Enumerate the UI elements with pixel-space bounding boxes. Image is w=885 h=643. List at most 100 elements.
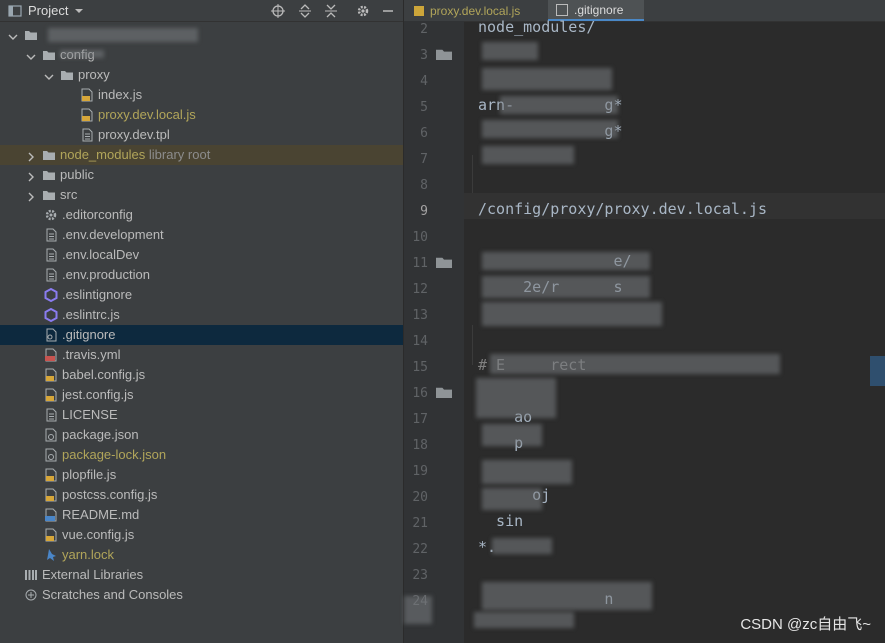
tree-item[interactable]: src xyxy=(0,185,403,205)
folder-icon xyxy=(42,188,56,202)
libraries-icon xyxy=(24,568,38,582)
tree-item-label: .travis.yml xyxy=(62,347,121,362)
tree-item[interactable]: package-lock.json xyxy=(0,445,403,465)
tree-item-label: babel.config.js xyxy=(62,367,146,382)
tree-item[interactable]: yarn.lock xyxy=(0,545,403,565)
tree-item-label: External Libraries xyxy=(42,567,144,582)
project-panel-icon xyxy=(8,4,22,17)
line-number: 7 xyxy=(420,152,428,167)
tree-item[interactable]: plopfile.js xyxy=(0,465,403,485)
tree-item-label: .eslintignore xyxy=(62,287,133,302)
tree-item[interactable]: package.json xyxy=(0,425,403,445)
text-file-icon xyxy=(44,408,58,422)
line-number: 4 xyxy=(420,74,428,89)
line-number: 21 xyxy=(412,516,428,531)
redacted-area xyxy=(60,50,104,58)
ide-window: Project configproxyindex.jsproxy.dev.loc… xyxy=(0,0,885,643)
tree-item[interactable]: jest.config.js xyxy=(0,385,403,405)
fold-marker-icon[interactable] xyxy=(436,387,452,398)
project-panel-header: Project xyxy=(0,0,403,22)
text-file-icon xyxy=(44,248,58,262)
chevron-right-icon[interactable] xyxy=(26,190,36,202)
line-number: 15 xyxy=(412,360,428,375)
tree-item-label: public xyxy=(60,167,94,182)
tab-label: proxy.dev.local.js xyxy=(430,3,521,18)
watermark-text: CSDN @zc自由飞~ xyxy=(740,616,871,633)
text-file-icon xyxy=(44,268,58,282)
chevron-down-icon[interactable] xyxy=(8,30,18,40)
tree-item[interactable]: .env.development xyxy=(0,225,403,245)
js-file-icon xyxy=(44,488,58,502)
chevron-right-icon[interactable] xyxy=(26,150,36,162)
redacted-area xyxy=(482,42,538,60)
project-panel: Project configproxyindex.jsproxy.dev.loc… xyxy=(0,0,404,643)
project-view-selector[interactable]: Project xyxy=(8,3,84,18)
tree-item[interactable]: vue.config.js xyxy=(0,525,403,545)
redacted-area xyxy=(482,460,572,484)
tree-item[interactable]: External Libraries xyxy=(0,565,403,585)
js-file-icon xyxy=(44,468,58,482)
tree-item[interactable]: README.md xyxy=(0,505,403,525)
chevron-down-icon[interactable] xyxy=(44,70,54,80)
tree-item[interactable]: index.js xyxy=(0,85,403,105)
project-panel-title: Project xyxy=(28,3,69,18)
tree-item-label: proxy xyxy=(78,67,110,82)
tree-item[interactable]: Scratches and Consoles xyxy=(0,585,403,605)
tree-item[interactable]: node_modules library root xyxy=(0,145,403,165)
line-number: 5 xyxy=(420,100,428,115)
text-file-icon xyxy=(44,228,58,242)
gear-icon xyxy=(44,208,58,222)
tree-item[interactable]: .eslintrc.js xyxy=(0,305,403,325)
line-number: 8 xyxy=(420,178,428,193)
tree-item[interactable]: .eslintignore xyxy=(0,285,403,305)
line-number: 6 xyxy=(420,126,428,141)
tree-item[interactable]: postcss.config.js xyxy=(0,485,403,505)
line-number: 10 xyxy=(412,230,428,245)
expand-all-icon[interactable] xyxy=(295,0,315,21)
tree-item[interactable]: public xyxy=(0,165,403,185)
redacted-area xyxy=(500,96,618,114)
line-number: 13 xyxy=(412,308,428,323)
crosshair-icon[interactable] xyxy=(268,0,288,21)
chevron-right-icon[interactable] xyxy=(26,170,36,182)
gitignore-file-icon xyxy=(44,328,58,342)
chevron-down-icon[interactable] xyxy=(26,50,36,60)
tree-item[interactable]: .env.production xyxy=(0,265,403,285)
collapse-all-icon[interactable] xyxy=(321,0,341,21)
tree-item-label: index.js xyxy=(98,87,143,102)
fold-marker-icon[interactable] xyxy=(436,49,452,60)
tree-item[interactable]: .editorconfig xyxy=(0,205,403,225)
js-file-icon xyxy=(44,388,58,402)
tree-item-label: README.md xyxy=(62,507,140,522)
tree-item[interactable]: LICENSE xyxy=(0,405,403,425)
tree-item-label: .editorconfig xyxy=(62,207,133,222)
folder-icon xyxy=(24,28,38,42)
folder-icon xyxy=(42,168,56,182)
tree-item-extra: library root xyxy=(145,147,211,162)
redacted-area xyxy=(482,146,574,164)
tree-item[interactable]: .gitignore xyxy=(0,325,403,345)
fold-marker-icon[interactable] xyxy=(436,257,452,268)
chevron-down-icon xyxy=(75,8,84,13)
tree-item-label: vue.config.js xyxy=(62,527,135,542)
line-number: 12 xyxy=(412,282,428,297)
tree-item[interactable]: proxy.dev.tpl xyxy=(0,125,403,145)
line-number: 9 xyxy=(420,204,428,219)
tree-item-label: postcss.config.js xyxy=(62,487,158,502)
js-file-icon xyxy=(414,5,424,16)
minimize-icon[interactable] xyxy=(378,0,398,21)
yml-file-icon xyxy=(44,348,58,362)
yarn-icon xyxy=(44,548,58,562)
gear-icon[interactable] xyxy=(353,0,373,21)
js-file-icon xyxy=(80,88,94,102)
tree-item-label: .gitignore xyxy=(62,327,116,342)
tree-item[interactable]: proxy xyxy=(0,65,403,85)
tree-item[interactable]: proxy.dev.local.js xyxy=(0,105,403,125)
tree-item[interactable]: .travis.yml xyxy=(0,345,403,365)
tree-item[interactable]: .env.localDev xyxy=(0,245,403,265)
tree-item[interactable]: babel.config.js xyxy=(0,365,403,385)
json-file-icon xyxy=(44,448,58,462)
line-number: 19 xyxy=(412,464,428,479)
scrollbar-marker[interactable] xyxy=(870,356,885,386)
code-line: sin xyxy=(478,512,524,530)
